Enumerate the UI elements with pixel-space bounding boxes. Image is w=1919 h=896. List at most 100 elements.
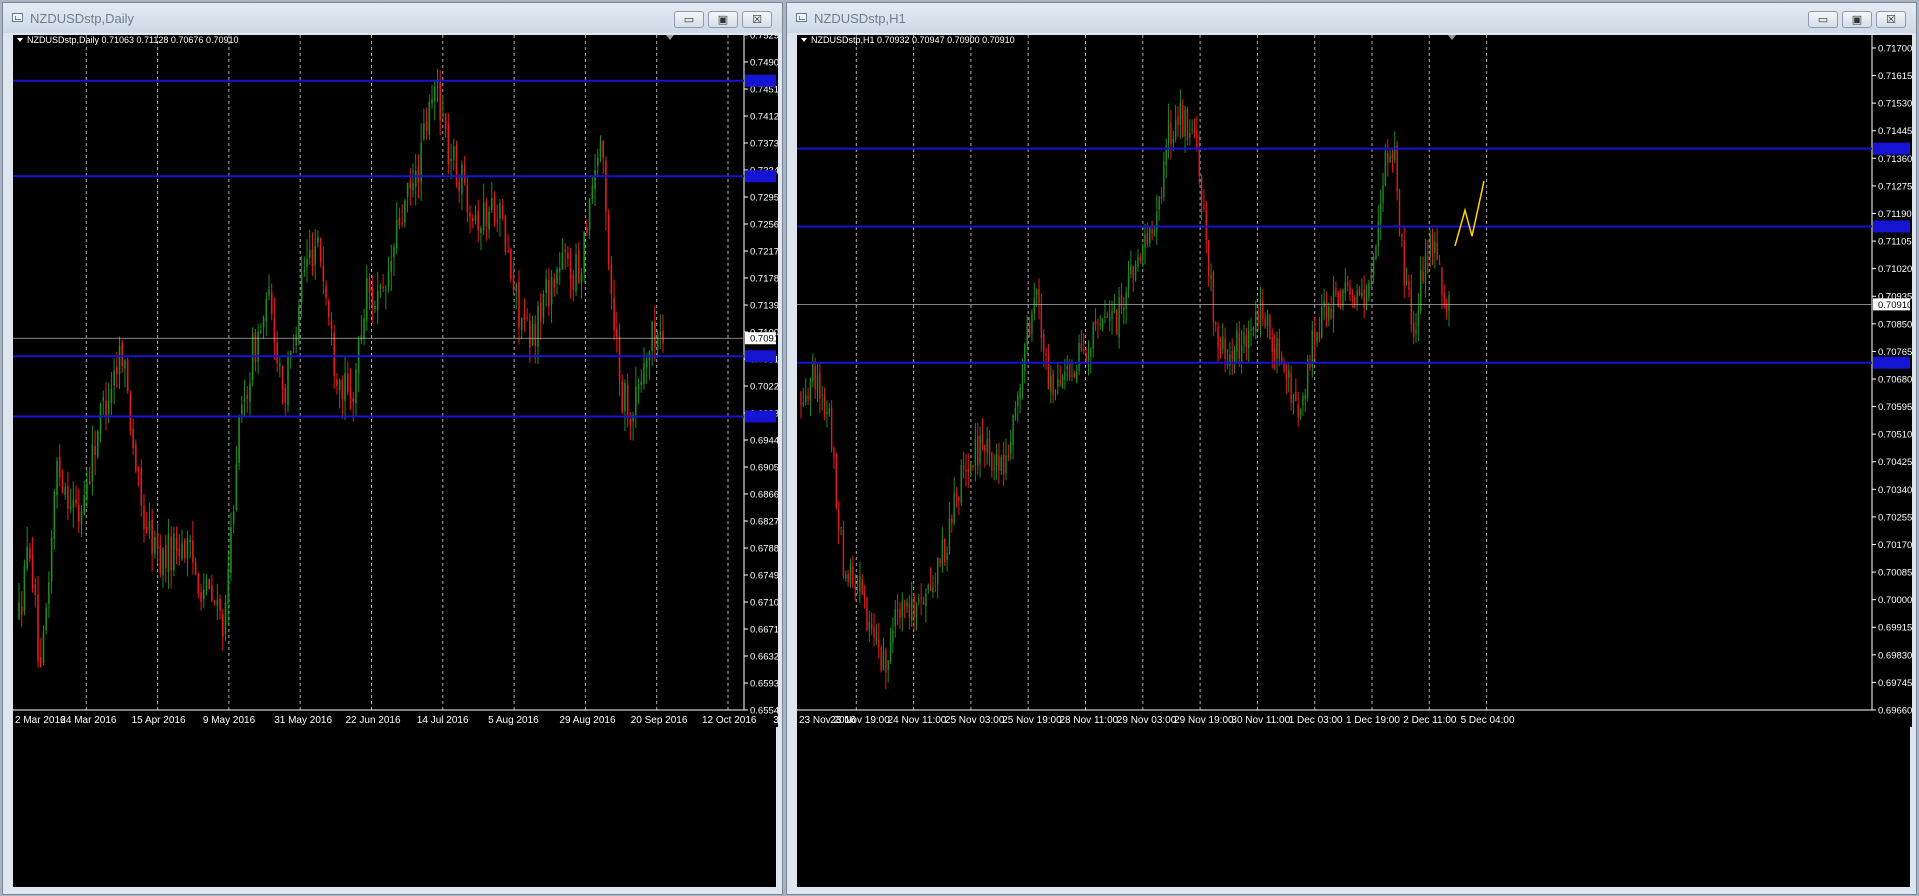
candle-body	[1012, 415, 1014, 446]
h1-chart-plot[interactable]: 23 Nov 2016 23 Nov 19:00 24 Nov 11:00 25 No…	[797, 35, 1912, 887]
time-axis-label: 25 Nov 19:00	[1002, 715, 1062, 726]
candle-body	[178, 548, 181, 557]
candle-body	[175, 537, 178, 551]
candle-body	[1144, 234, 1146, 248]
candle-body	[1434, 241, 1436, 253]
candle-body	[1229, 354, 1231, 366]
candle-body	[1085, 353, 1087, 362]
candle-body	[610, 264, 613, 294]
candle-body	[183, 539, 186, 558]
candle-body	[594, 169, 596, 190]
maximize-button[interactable]: ▣	[708, 11, 738, 28]
candle-body	[995, 453, 998, 466]
candle-body	[1379, 203, 1382, 224]
daily-chart-window[interactable]: NZDUSDstp,Daily ▭ ▣ ☒ 2 Mar 2016 24 Mar 2…	[2, 2, 783, 895]
candle-body	[1328, 306, 1330, 321]
candle-body	[488, 211, 490, 230]
candle-body	[202, 589, 205, 600]
candle-body	[466, 185, 469, 213]
candle-body	[126, 359, 129, 392]
daily-candlestick-chart[interactable]: 2 Mar 201624 Mar 2016 15 Apr 2016 9 May 20…	[13, 35, 778, 727]
minimize-button[interactable]: ▭	[674, 11, 704, 28]
candle-body	[314, 246, 316, 265]
candle-body	[1021, 368, 1024, 390]
candle-body	[962, 465, 965, 469]
close-button[interactable]: ☒	[1876, 11, 1906, 28]
candle-body	[395, 220, 398, 250]
candle-body	[327, 301, 330, 317]
candle-body	[1306, 359, 1309, 398]
candle-body	[34, 584, 37, 595]
candle-body	[1149, 227, 1151, 243]
candle-body	[1068, 362, 1071, 379]
candle-body	[306, 258, 308, 267]
candle-body	[91, 444, 94, 482]
price-axis-label: 0.71105	[1878, 237, 1912, 248]
price-axis-label: 0.69050	[750, 463, 778, 474]
price-axis-label: 0.70255	[1878, 512, 1912, 523]
candle-body	[1271, 336, 1273, 352]
candle-body	[998, 456, 1000, 471]
candle-body	[561, 253, 564, 270]
candle-body	[873, 627, 875, 638]
candle-body	[1408, 280, 1410, 290]
candle-body	[382, 287, 384, 289]
candle-body	[934, 585, 937, 587]
close-button[interactable]: ☒	[742, 11, 772, 28]
candle-body	[287, 355, 289, 406]
candle-body	[45, 607, 47, 631]
candle-body	[116, 367, 118, 375]
candle-body	[637, 384, 640, 390]
candle-body	[885, 649, 887, 673]
candle-body	[651, 321, 653, 351]
candle-body	[1212, 271, 1215, 324]
candle-body	[659, 331, 662, 336]
time-axis-label: 12 Oct 2016	[702, 715, 757, 726]
price-axis-label: 0.72560	[750, 220, 778, 231]
candle-body	[1441, 267, 1443, 295]
h1-candlestick-chart[interactable]: 23 Nov 201623 Nov 19:0024 Nov 11:0025 No…	[797, 35, 1912, 727]
level-price-marker	[745, 410, 776, 423]
candle-body	[1278, 338, 1281, 359]
candle-body	[948, 518, 951, 551]
candle-body	[1031, 312, 1033, 334]
candle-body	[977, 435, 979, 466]
candle-body	[1427, 256, 1429, 258]
candle-body	[840, 526, 842, 529]
candle-body	[618, 336, 621, 380]
candle-body	[1240, 345, 1243, 363]
candle-body	[1111, 311, 1113, 319]
maximize-button[interactable]: ▣	[1842, 11, 1872, 28]
candle-body	[393, 246, 395, 258]
candle-body	[918, 598, 920, 602]
price-axis-label: 0.70340	[1878, 485, 1912, 496]
candle-body	[1043, 334, 1045, 353]
candle-body	[379, 285, 382, 289]
price-axis-label: 0.70850	[1878, 319, 1912, 330]
price-axis-label: 0.71615	[1878, 71, 1912, 82]
candle-body	[167, 533, 170, 573]
window-titlebar[interactable]: NZDUSDstp,Daily ▭ ▣ ☒	[3, 3, 782, 33]
candle-body	[336, 379, 338, 387]
h1-chart-window[interactable]: NZDUSDstp,H1 ▭ ▣ ☒ 23 Nov 2016 23 Nov 19:…	[786, 2, 1917, 895]
minimize-button[interactable]: ▭	[1808, 11, 1838, 28]
candle-body	[300, 273, 303, 303]
candle-body	[132, 428, 134, 449]
daily-chart-plot[interactable]: 2 Mar 2016 24 Mar 2016 15 Apr 2016 9 May 20…	[13, 35, 778, 887]
candle-body	[1132, 266, 1134, 278]
candle-body	[205, 579, 208, 591]
price-axis-label: 0.73730	[750, 139, 778, 150]
candle-body	[363, 317, 365, 339]
candle-body	[1354, 297, 1356, 307]
window-titlebar[interactable]: NZDUSDstp,H1 ▭ ▣ ☒	[787, 3, 1916, 33]
candle-body	[1198, 147, 1200, 176]
candle-body	[526, 317, 528, 319]
candle-body	[1443, 292, 1445, 306]
price-axis-label: 0.72170	[750, 247, 778, 258]
candle-body	[1264, 318, 1266, 328]
candle-body	[344, 373, 346, 401]
candle-body	[1205, 210, 1207, 241]
candle-body	[1436, 243, 1438, 260]
candle-body	[412, 183, 414, 191]
candle-body	[1299, 408, 1302, 415]
